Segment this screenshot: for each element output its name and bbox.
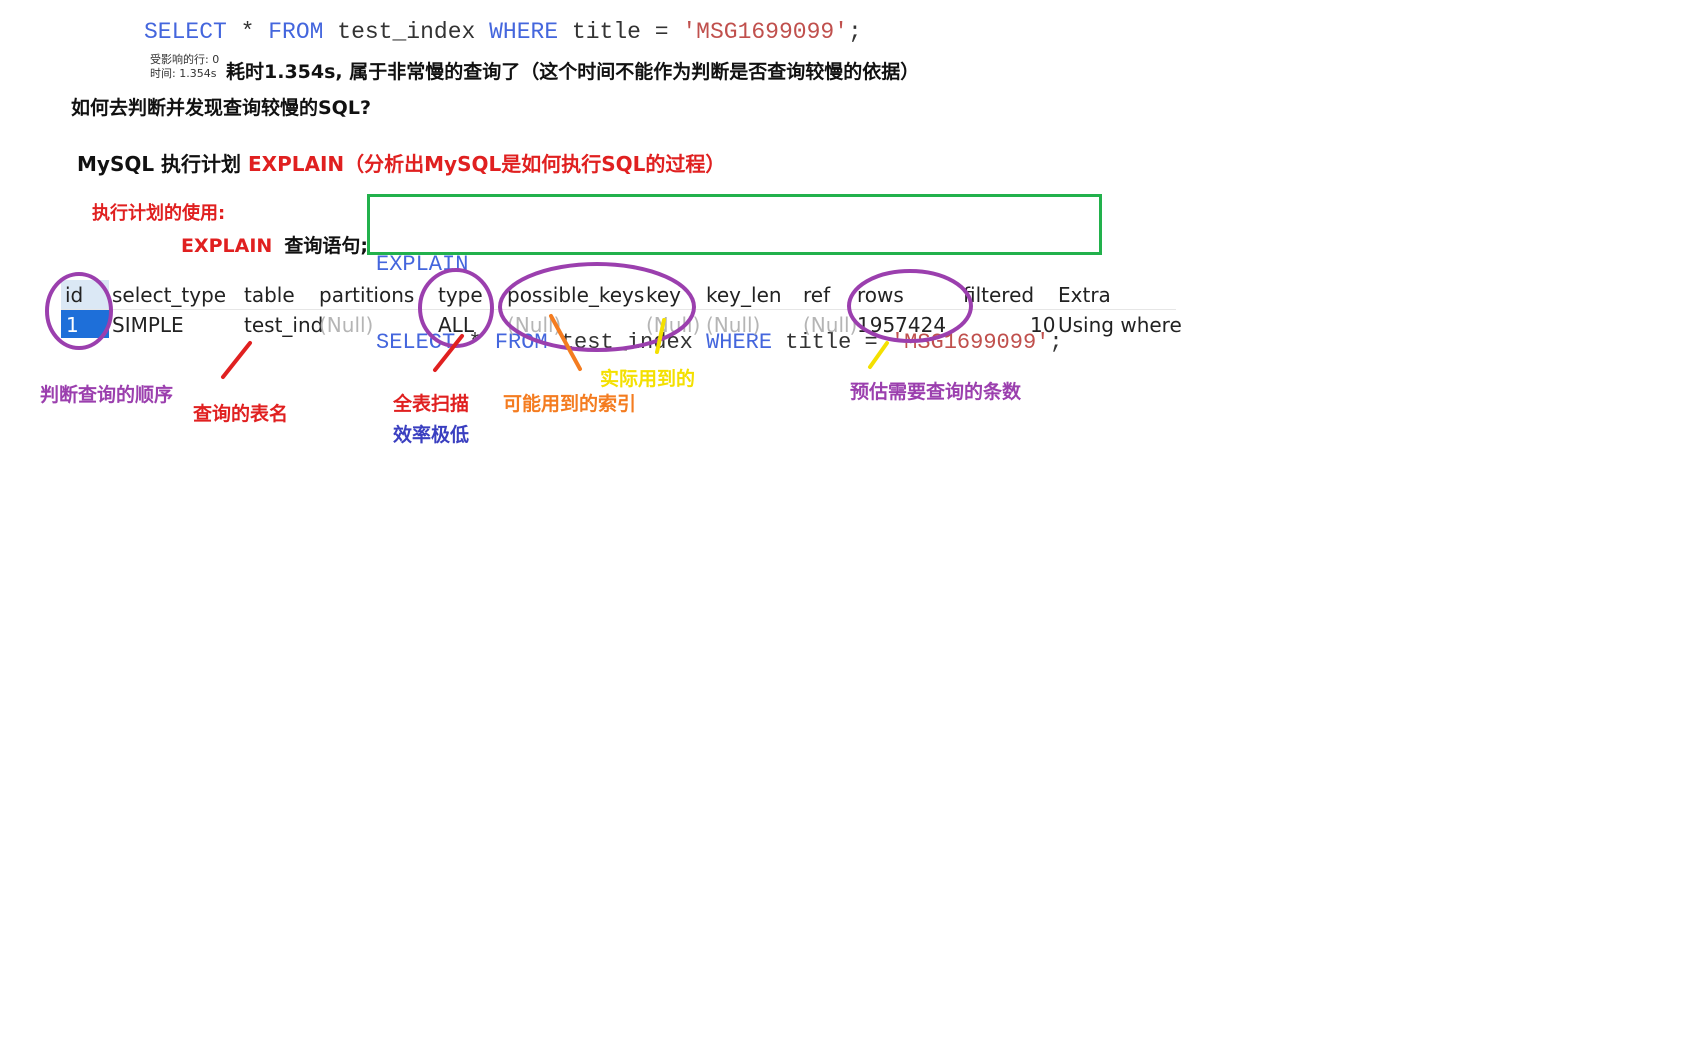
note-id: 判断查询的顺序	[40, 384, 174, 406]
stroke-table	[221, 341, 252, 379]
note-type-low-efficiency: 效率极低	[393, 424, 470, 446]
circle-possible-keys-key	[498, 262, 696, 352]
circle-id	[45, 272, 113, 350]
circle-rows	[847, 269, 973, 343]
stroke-possible-keys	[549, 314, 582, 371]
annotation-marks	[45, 262, 973, 379]
note-key: 实际用到的	[600, 368, 696, 390]
note-possible-keys: 可能用到的索引	[503, 393, 637, 415]
note-table: 查询的表名	[193, 403, 289, 425]
stroke-key	[655, 318, 666, 354]
note-type-full-scan: 全表扫描	[393, 393, 470, 415]
circle-type	[418, 268, 494, 348]
note-rows: 预估需要查询的条数	[850, 381, 1022, 403]
stroke-rows	[868, 341, 889, 369]
